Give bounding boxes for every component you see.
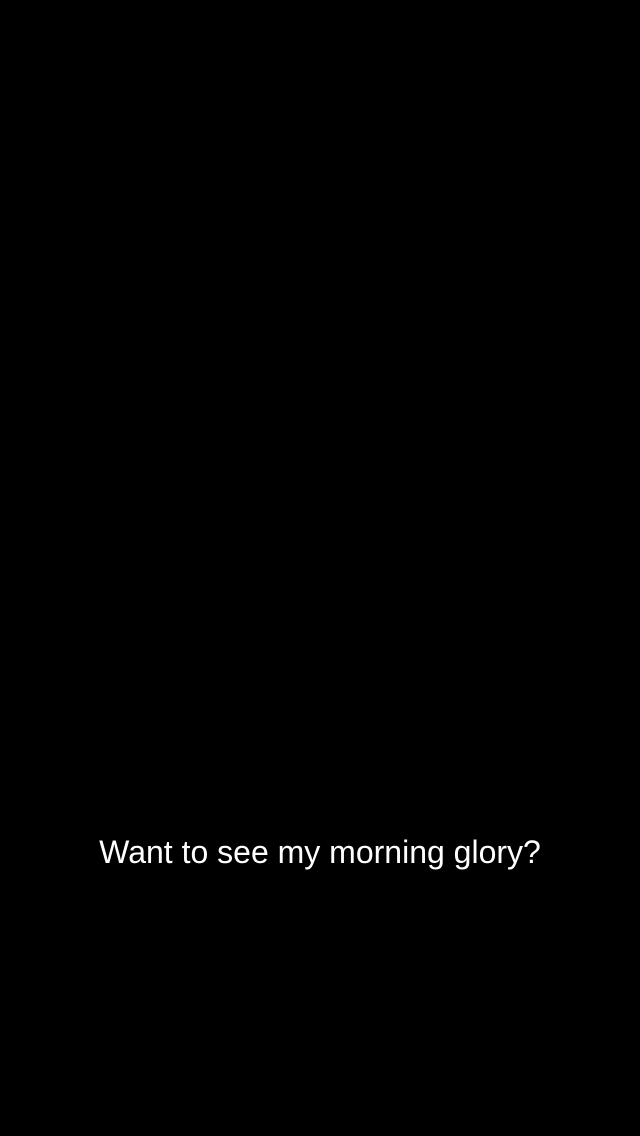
snap-caption-text: Want to see my morning glory?	[99, 833, 541, 870]
snap-viewer[interactable]: Want to see my morning glory?	[0, 0, 640, 1136]
snap-caption-bar: Want to see my morning glory?	[0, 818, 640, 886]
